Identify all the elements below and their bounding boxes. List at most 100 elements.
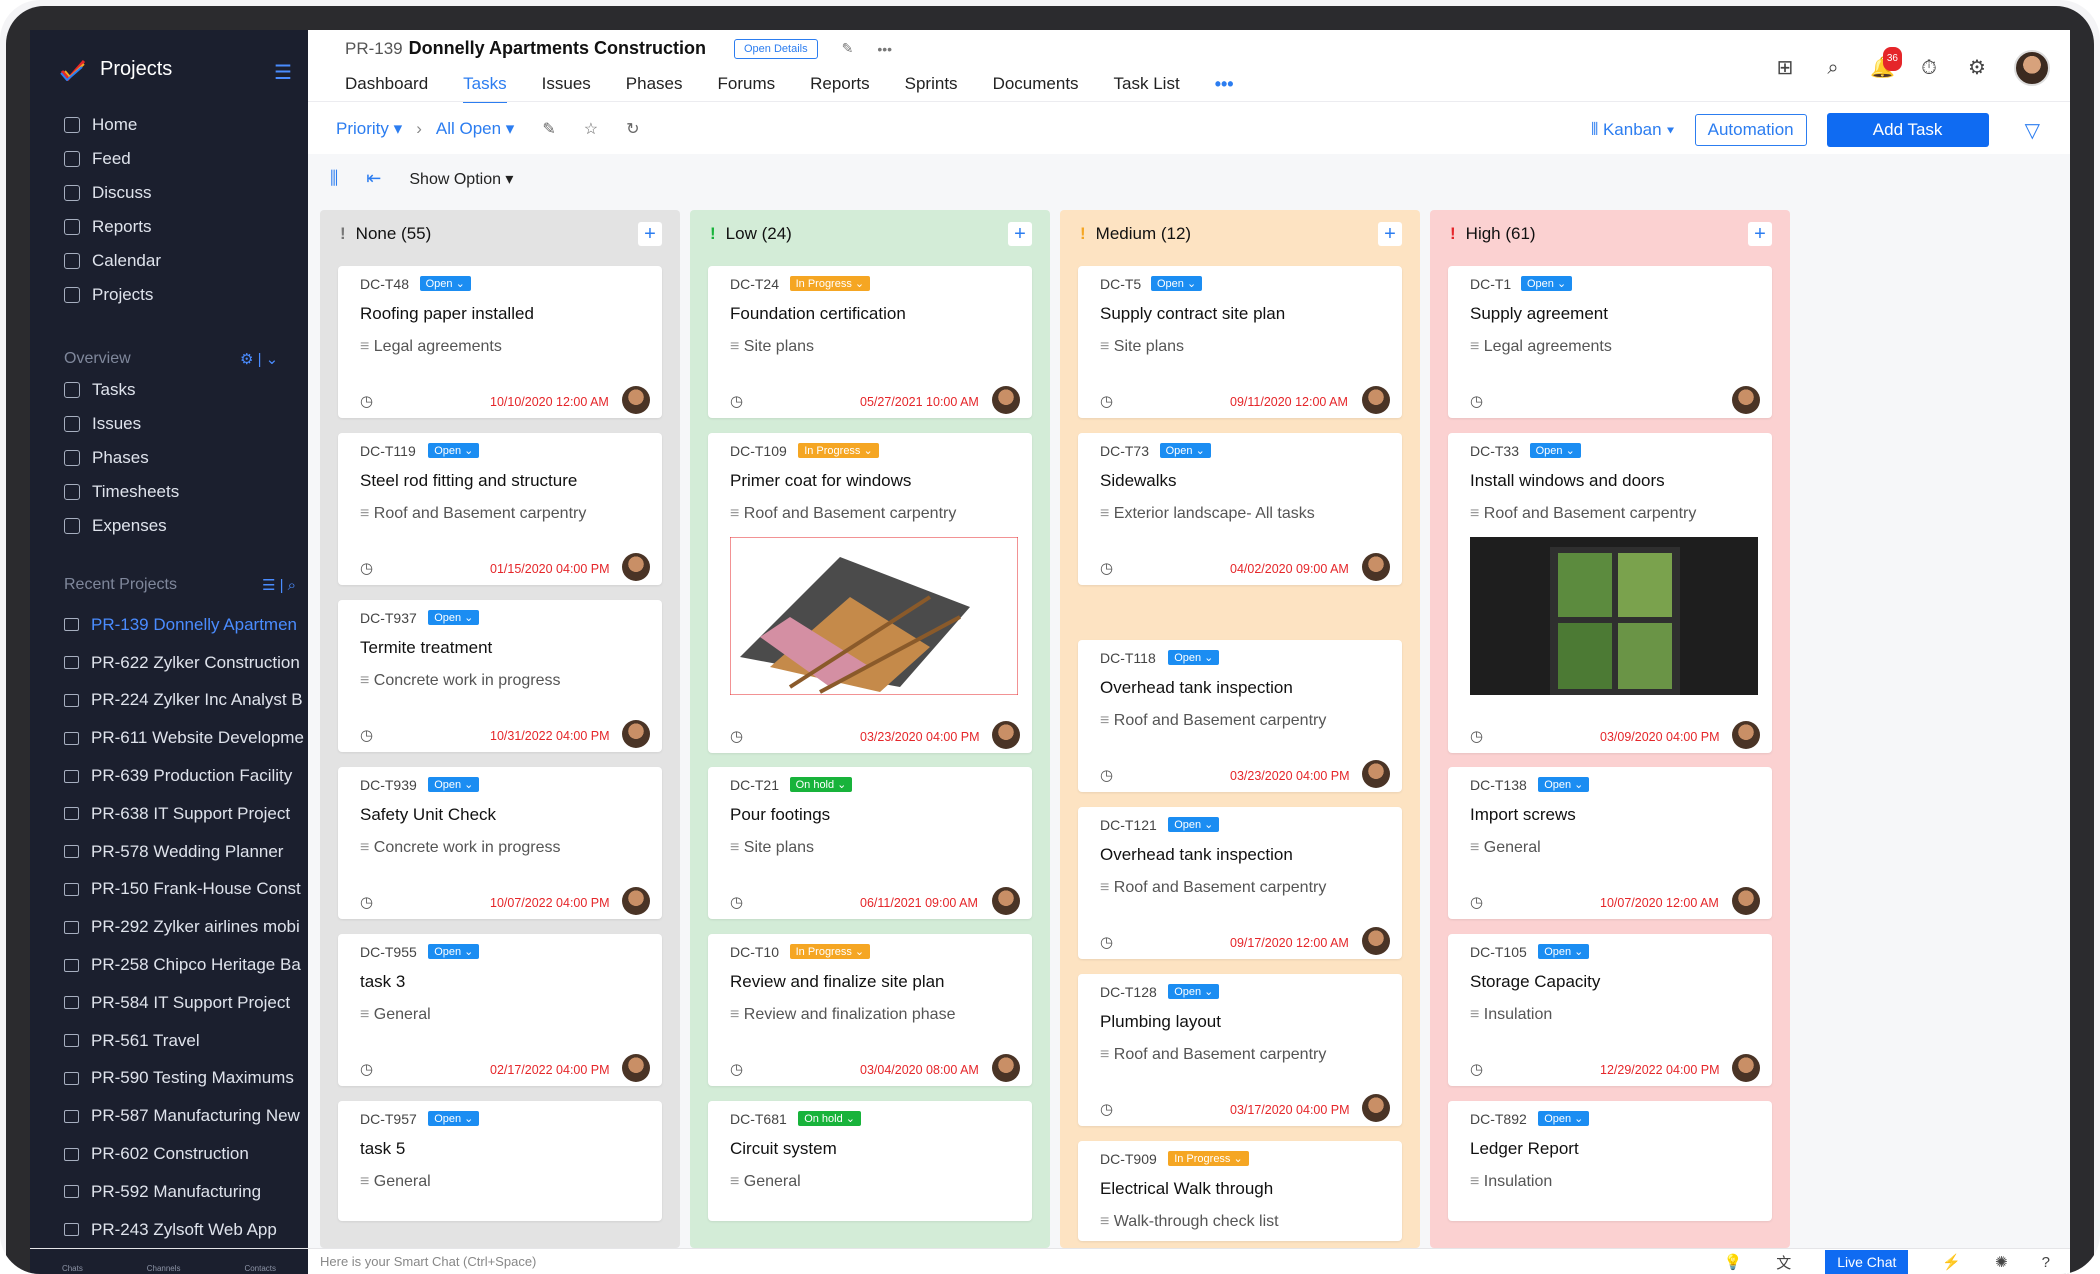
task-title[interactable]: Ledger Report: [1470, 1139, 1579, 1159]
task-title[interactable]: Pour footings: [730, 805, 830, 825]
kanban-view-dropdown[interactable]: ⫴ Kanban ▾: [1591, 120, 1675, 140]
task-title[interactable]: Electrical Walk through: [1100, 1179, 1273, 1199]
timer-icon[interactable]: ⏱: [1918, 57, 1940, 79]
task-card[interactable]: DC-T121 Open ⌄ Overhead tank inspection Roo…: [1078, 807, 1402, 959]
settings-sun-icon[interactable]: ✺: [1995, 1253, 2008, 1271]
nav-issues[interactable]: Issues: [30, 407, 308, 441]
assignee-avatar[interactable]: [1362, 553, 1390, 581]
assignee-avatar[interactable]: [992, 386, 1020, 414]
assignee-avatar[interactable]: [1362, 1094, 1390, 1122]
status-badge[interactable]: Open ⌄: [1538, 944, 1590, 959]
tab-documents[interactable]: Documents: [993, 74, 1079, 105]
recent-project-item[interactable]: PR-592 Manufacturing: [30, 1173, 308, 1211]
recent-project-item[interactable]: PR-590 Testing Maximums: [30, 1060, 308, 1098]
task-card[interactable]: DC-T1 Open ⌄ Supply agreement Legal agreeme…: [1448, 266, 1772, 418]
assignee-avatar[interactable]: [1732, 887, 1760, 915]
task-card[interactable]: DC-T138 Open ⌄ Import screws General ◷ 10/07/…: [1448, 767, 1772, 919]
status-badge[interactable]: Open ⌄: [1529, 443, 1581, 458]
status-badge[interactable]: Open ⌄: [1538, 777, 1590, 792]
task-card[interactable]: DC-T21 On hold ⌄ Pour footings Site plans ◷ 0…: [708, 767, 1032, 919]
add-card-button[interactable]: +: [1748, 222, 1772, 246]
nav-expenses[interactable]: Expenses: [30, 509, 308, 543]
assignee-avatar[interactable]: [992, 887, 1020, 915]
tab-issues[interactable]: Issues: [542, 74, 591, 105]
nav-phases[interactable]: Phases: [30, 441, 308, 475]
help-icon[interactable]: ?: [2042, 1254, 2050, 1271]
reminder-clock-icon[interactable]: ◷: [1100, 1100, 1113, 1118]
status-badge[interactable]: Open ⌄: [1168, 817, 1220, 832]
status-badge[interactable]: On hold ⌄: [789, 777, 853, 792]
tab-tasks[interactable]: Tasks: [463, 74, 507, 105]
brand[interactable]: Projects: [60, 58, 172, 81]
status-badge[interactable]: Open ⌄: [1538, 1111, 1590, 1126]
recent-project-item[interactable]: PR-622 Zylker Construction: [30, 644, 308, 682]
status-badge[interactable]: Open ⌄: [428, 1111, 480, 1126]
add-task-button[interactable]: Add Task: [1826, 113, 1989, 147]
filter-icon[interactable]: ▽: [2025, 118, 2040, 143]
task-title[interactable]: task 3: [360, 972, 405, 992]
task-title[interactable]: Primer coat for windows: [730, 471, 911, 491]
status-badge[interactable]: Open ⌄: [419, 276, 471, 291]
nav-feed[interactable]: Feed: [30, 142, 308, 176]
task-card[interactable]: DC-T10 In Progress ⌄ Review and finalize s…: [708, 934, 1032, 1086]
priority-dropdown[interactable]: Priority ▾: [336, 119, 402, 139]
task-card[interactable]: DC-T5 Open ⌄ Supply contract site plan Site…: [1078, 266, 1402, 418]
task-title[interactable]: Circuit system: [730, 1139, 837, 1159]
user-avatar[interactable]: [2014, 50, 2050, 86]
assignee-avatar[interactable]: [622, 1054, 650, 1082]
show-option-dropdown[interactable]: Show Option ▾: [409, 169, 513, 189]
task-title[interactable]: Termite treatment: [360, 638, 492, 658]
gear-icon[interactable]: ⚙: [1966, 57, 1988, 79]
task-card[interactable]: DC-T48 Open ⌄ Roofing paper installed Legal…: [338, 266, 662, 418]
reminder-clock-icon[interactable]: ◷: [1470, 727, 1483, 745]
reminder-clock-icon[interactable]: ◷: [1470, 893, 1483, 911]
tab-sprints[interactable]: Sprints: [905, 74, 958, 105]
reminder-clock-icon[interactable]: ◷: [1100, 559, 1113, 577]
sidebar-collapse-icon[interactable]: ☰: [274, 60, 292, 85]
recent-project-item[interactable]: PR-139 Donnelly Apartmen: [30, 606, 308, 644]
task-title[interactable]: Roofing paper installed: [360, 304, 534, 324]
recent-project-item[interactable]: PR-611 Website Developme: [30, 719, 308, 757]
assignee-avatar[interactable]: [1732, 721, 1760, 749]
task-title[interactable]: Review and finalize site plan: [730, 972, 945, 992]
overview-settings-icon[interactable]: ⚙ | ⌄: [240, 350, 278, 368]
task-title[interactable]: Overhead tank inspection: [1100, 845, 1293, 865]
more-options-icon[interactable]: •••: [877, 41, 892, 57]
recent-project-item[interactable]: PR-638 IT Support Project: [30, 795, 308, 833]
tab-task-list[interactable]: Task List: [1114, 74, 1180, 105]
recent-filter-search-icon[interactable]: ☰ | ⌕: [262, 576, 296, 594]
task-card[interactable]: DC-T33 Open ⌄ Install windows and doors Roo…: [1448, 433, 1772, 753]
task-card[interactable]: DC-T109 In Progress ⌄ Primer coat for wind…: [708, 433, 1032, 753]
smart-chat-input[interactable]: Here is your Smart Chat (Ctrl+Space): [320, 1254, 536, 1269]
contacts-tab[interactable]: Contacts: [244, 1264, 276, 1273]
reminder-clock-icon[interactable]: ◷: [730, 893, 743, 911]
translate-icon[interactable]: 文: [1776, 1252, 1791, 1273]
task-title[interactable]: Overhead tank inspection: [1100, 678, 1293, 698]
assignee-avatar[interactable]: [992, 721, 1020, 749]
task-card[interactable]: DC-T105 Open ⌄ Storage Capacity Insulation ◷…: [1448, 934, 1772, 1086]
nav-discuss[interactable]: Discuss: [30, 176, 308, 210]
tab-forums[interactable]: Forums: [717, 74, 775, 105]
assignee-avatar[interactable]: [1362, 760, 1390, 788]
status-badge[interactable]: Open ⌄: [1168, 650, 1220, 665]
task-card[interactable]: DC-T24 In Progress ⌄ Foundation certificat…: [708, 266, 1032, 418]
edit-icon[interactable]: ✎: [842, 40, 854, 57]
collapse-columns-icon[interactable]: ⇤: [366, 168, 381, 189]
chats-tab[interactable]: Chats: [62, 1264, 83, 1273]
open-details-button[interactable]: Open Details: [734, 38, 818, 59]
assignee-avatar[interactable]: [1362, 927, 1390, 955]
tab-more-icon[interactable]: •••: [1215, 74, 1234, 105]
nav-projects[interactable]: Projects: [30, 278, 308, 312]
assignee-avatar[interactable]: [622, 553, 650, 581]
status-badge[interactable]: On hold ⌄: [798, 1111, 861, 1126]
recent-project-item[interactable]: PR-150 Frank-House Const: [30, 871, 308, 909]
task-title[interactable]: Plumbing layout: [1100, 1012, 1221, 1032]
task-card[interactable]: DC-T939 Open ⌄ Safety Unit Check Concrete w…: [338, 767, 662, 919]
task-title[interactable]: Supply contract site plan: [1100, 304, 1285, 324]
task-title[interactable]: task 5: [360, 1139, 405, 1159]
status-badge[interactable]: Open ⌄: [428, 944, 480, 959]
status-badge[interactable]: Open ⌄: [428, 777, 480, 792]
task-title[interactable]: Import screws: [1470, 805, 1576, 825]
assignee-avatar[interactable]: [992, 1054, 1020, 1082]
column-settings-icon[interactable]: ⫼: [330, 168, 338, 189]
